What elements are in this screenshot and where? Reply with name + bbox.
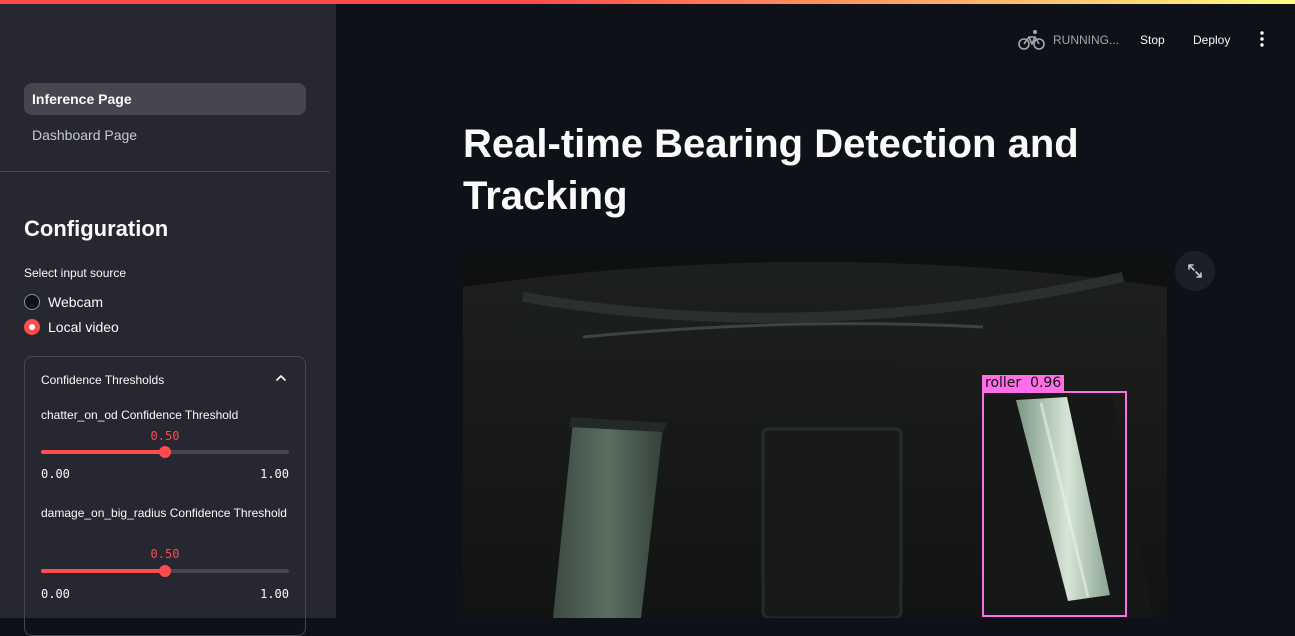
- deploy-button[interactable]: Deploy: [1193, 26, 1230, 54]
- radio-option-local-video[interactable]: Local video: [24, 317, 119, 337]
- slider-fill: [41, 450, 165, 454]
- radio-button[interactable]: [24, 294, 40, 310]
- sidebar-divider: [0, 171, 330, 172]
- slider-label: damage_on_big_radius Confidence Threshol…: [41, 506, 287, 520]
- nav-item-label: Dashboard Page: [32, 127, 138, 143]
- sidebar: Inference Page Dashboard Page Configurat…: [0, 0, 336, 636]
- nav-item-dashboard-page[interactable]: Dashboard Page: [24, 119, 306, 151]
- slider-value: 0.50: [150, 429, 180, 443]
- kebab-menu-icon[interactable]: [1254, 30, 1270, 48]
- slider-max: 1.00: [260, 467, 289, 481]
- slider-fill: [41, 569, 165, 573]
- radio-option-label: Local video: [48, 319, 119, 335]
- stop-button-label: Stop: [1140, 33, 1165, 47]
- configuration-heading: Configuration: [24, 216, 169, 241]
- expander-header[interactable]: Confidence Thresholds: [41, 373, 164, 387]
- input-source-label: Select input source: [24, 266, 127, 280]
- slider-value: 0.50: [150, 547, 180, 561]
- running-status-text: RUNNING...: [1053, 33, 1119, 47]
- confidence-thresholds-expander: Confidence Thresholds chatter_on_od Conf…: [24, 356, 306, 636]
- slider-thumb[interactable]: [159, 565, 171, 577]
- page-title: Real-time Bearing Detection and Tracking: [463, 122, 1079, 218]
- deploy-button-label: Deploy: [1193, 33, 1231, 47]
- radio-button-selected[interactable]: [24, 319, 40, 335]
- detection-label: roller 0.96: [982, 375, 1065, 392]
- fullscreen-icon: [1188, 264, 1202, 278]
- slider-min: 0.00: [41, 587, 70, 601]
- slider-max: 1.00: [260, 587, 289, 601]
- radio-option-webcam[interactable]: Webcam: [24, 292, 103, 312]
- radio-option-label: Webcam: [48, 294, 103, 310]
- detection-bounding-box: [982, 391, 1127, 617]
- running-status: RUNNING...: [1018, 26, 1119, 54]
- chevron-up-icon[interactable]: [273, 370, 289, 386]
- fullscreen-button[interactable]: [1175, 251, 1215, 291]
- video-frame: roller 0.96: [463, 257, 1167, 618]
- slider-thumb[interactable]: [159, 446, 171, 458]
- nav-item-inference-page[interactable]: Inference Page: [24, 83, 306, 115]
- slider-track[interactable]: [41, 565, 289, 577]
- slider-label: chatter_on_od Confidence Threshold: [41, 408, 239, 422]
- nav-item-label: Inference Page: [32, 91, 132, 107]
- slider-track[interactable]: [41, 446, 289, 458]
- bicycle-icon: [1018, 30, 1045, 50]
- slider-min: 0.00: [41, 467, 70, 481]
- status-decoration-bar: [0, 0, 1295, 4]
- stop-button[interactable]: Stop: [1140, 26, 1165, 54]
